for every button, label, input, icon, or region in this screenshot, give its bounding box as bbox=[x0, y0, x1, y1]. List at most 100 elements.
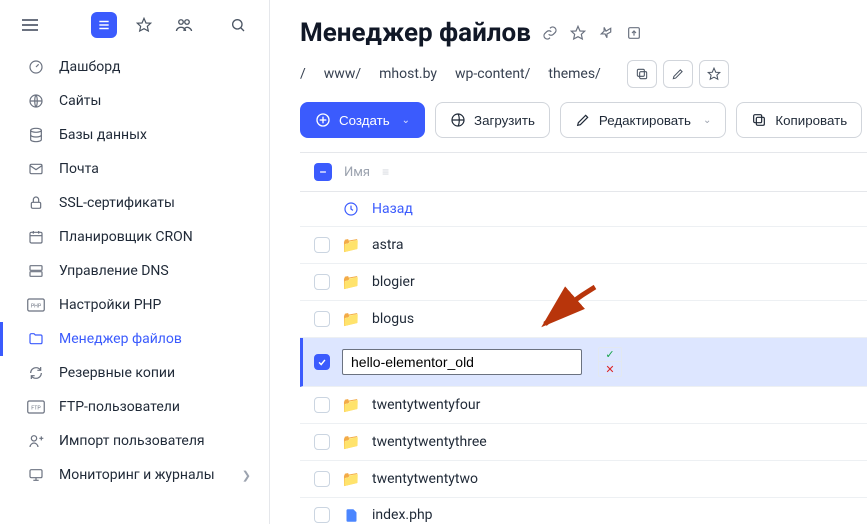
row-checkbox[interactable] bbox=[314, 237, 330, 253]
create-button[interactable]: Создать ⌄ bbox=[300, 102, 425, 138]
main-content: Менеджер файлов / www/ mhost.by wp-conte… bbox=[270, 0, 867, 524]
row-checkbox[interactable] bbox=[314, 354, 330, 370]
search-icon[interactable] bbox=[225, 12, 251, 38]
copy-icon bbox=[751, 112, 767, 128]
chevron-right-icon: ❯ bbox=[242, 469, 251, 482]
master-checkbox[interactable] bbox=[314, 163, 332, 181]
file-name: blogier bbox=[372, 274, 415, 290]
cancel-icon[interactable]: ✕ bbox=[599, 362, 621, 376]
sidebar-item-databases[interactable]: Базы данных bbox=[0, 118, 269, 152]
sidebar-item-cron[interactable]: Планировщик CRON bbox=[0, 220, 269, 254]
page-title: Менеджер файлов bbox=[300, 18, 531, 48]
bookmark-path-icon[interactable] bbox=[699, 60, 729, 88]
sidebar-item-label: Сайты bbox=[59, 93, 101, 109]
breadcrumb-segment[interactable]: wp-content/ bbox=[455, 66, 530, 82]
sidebar-item-mail[interactable]: Почта bbox=[0, 152, 269, 186]
users-icon[interactable] bbox=[171, 12, 197, 38]
sidebar-item-dashboard[interactable]: Дашборд bbox=[0, 50, 269, 84]
row-checkbox[interactable] bbox=[314, 397, 330, 413]
sidebar-item-ftp[interactable]: FTP FTP-пользователи bbox=[0, 390, 269, 424]
star-icon[interactable] bbox=[131, 12, 157, 38]
folder-icon: 📁 bbox=[342, 310, 360, 328]
sidebar-item-sites[interactable]: Сайты bbox=[0, 84, 269, 118]
sort-icon: ≡ bbox=[382, 165, 389, 179]
sidebar-item-file-manager[interactable]: Менеджер файлов bbox=[0, 322, 269, 356]
calendar-icon bbox=[27, 229, 45, 245]
breadcrumb-actions bbox=[627, 60, 729, 88]
folder-icon: 📁 bbox=[342, 433, 360, 451]
table-row-editing[interactable]: ✓ ✕ bbox=[300, 338, 867, 387]
upload-button[interactable]: Загрузить bbox=[435, 102, 550, 138]
edit-button-label: Редактировать bbox=[599, 113, 691, 128]
sidebar-item-label: Резервные копии bbox=[59, 365, 175, 381]
sidebar-item-import[interactable]: Импорт пользователя bbox=[0, 424, 269, 458]
row-checkbox[interactable] bbox=[314, 434, 330, 450]
file-name: index.php bbox=[372, 507, 433, 523]
file-icon bbox=[342, 508, 360, 523]
copy-button-label: Копировать bbox=[775, 113, 847, 128]
pin-icon[interactable] bbox=[597, 24, 615, 42]
mail-icon bbox=[27, 161, 45, 177]
sidebar-item-label: Базы данных bbox=[59, 127, 147, 143]
file-name: twentytwentythree bbox=[372, 434, 487, 450]
pencil-icon bbox=[575, 112, 591, 128]
import-icon bbox=[27, 433, 45, 449]
table-row[interactable]: 📁 blogus bbox=[300, 301, 867, 338]
copy-path-icon[interactable] bbox=[627, 60, 657, 88]
file-name: twentytwentyfour bbox=[372, 397, 480, 413]
table-row[interactable]: index.php bbox=[300, 498, 867, 524]
sidebar-item-ssl[interactable]: SSL-сертификаты bbox=[0, 186, 269, 220]
php-icon: PHP bbox=[27, 298, 45, 312]
sidebar-item-backups[interactable]: Резервные копии bbox=[0, 356, 269, 390]
back-row[interactable]: Назад bbox=[300, 192, 867, 227]
table-header: Имя ≡ bbox=[300, 153, 867, 192]
sidebar-item-label: Дашборд bbox=[59, 59, 120, 75]
sidebar-item-label: Планировщик CRON bbox=[59, 229, 193, 245]
sidebar-item-label: Настройки PHP bbox=[59, 297, 161, 313]
plus-icon bbox=[315, 112, 331, 128]
sidebar-item-php[interactable]: PHP Настройки PHP bbox=[0, 288, 269, 322]
row-checkbox[interactable] bbox=[314, 274, 330, 290]
confirm-icon[interactable]: ✓ bbox=[599, 348, 621, 362]
sidebar-item-dns[interactable]: Управление DNS bbox=[0, 254, 269, 288]
row-checkbox[interactable] bbox=[314, 507, 330, 523]
breadcrumb-segment[interactable]: mhost.by bbox=[379, 66, 437, 82]
rename-confirm-actions: ✓ ✕ bbox=[598, 347, 622, 377]
breadcrumb: / www/ mhost.by wp-content/ themes/ bbox=[300, 60, 867, 88]
external-icon[interactable] bbox=[625, 24, 643, 42]
link-icon[interactable] bbox=[541, 24, 559, 42]
sidebar-item-monitoring[interactable]: Мониторинг и журналы ❯ bbox=[0, 458, 269, 492]
sidebar-item-label: Мониторинг и журналы bbox=[59, 467, 215, 483]
sidebar-item-label: Менеджер файлов bbox=[59, 331, 182, 347]
folder-icon: 📁 bbox=[342, 396, 360, 414]
table-row[interactable]: 📁 twentytwentytwo bbox=[300, 461, 867, 498]
clock-icon bbox=[342, 201, 360, 217]
table-row[interactable]: 📁 astra bbox=[300, 227, 867, 264]
column-name-label[interactable]: Имя bbox=[344, 165, 370, 180]
breadcrumb-root[interactable]: / bbox=[300, 66, 306, 82]
sidebar-item-label: Импорт пользователя bbox=[59, 433, 205, 449]
row-checkbox[interactable] bbox=[314, 471, 330, 487]
sidebar: Дашборд Сайты Базы данных Почта SSL-серт… bbox=[0, 0, 270, 524]
edit-button[interactable]: Редактировать ⌄ bbox=[560, 102, 726, 138]
star-outline-icon[interactable] bbox=[569, 24, 587, 42]
sidebar-toolbar bbox=[0, 0, 269, 50]
breadcrumb-segment[interactable]: themes/ bbox=[548, 66, 600, 82]
file-name: astra bbox=[372, 237, 404, 253]
svg-text:PHP: PHP bbox=[31, 303, 42, 309]
table-row[interactable]: 📁 twentytwentyfour bbox=[300, 387, 867, 424]
folder-icon: 📁 bbox=[342, 236, 360, 254]
lock-icon bbox=[27, 195, 45, 211]
list-view-icon[interactable] bbox=[91, 12, 117, 38]
action-toolbar: Создать ⌄ Загрузить Редактировать ⌄ Копи… bbox=[300, 102, 867, 138]
table-row[interactable]: 📁 twentytwentythree bbox=[300, 424, 867, 461]
dns-icon bbox=[27, 263, 45, 279]
breadcrumb-segment[interactable]: www/ bbox=[324, 66, 361, 82]
hamburger-icon[interactable] bbox=[22, 19, 38, 31]
folder-icon: 📁 bbox=[342, 273, 360, 291]
copy-button[interactable]: Копировать bbox=[736, 102, 862, 138]
edit-path-icon[interactable] bbox=[663, 60, 693, 88]
table-row[interactable]: 📁 blogier bbox=[300, 264, 867, 301]
row-checkbox[interactable] bbox=[314, 311, 330, 327]
rename-input[interactable] bbox=[342, 349, 582, 375]
